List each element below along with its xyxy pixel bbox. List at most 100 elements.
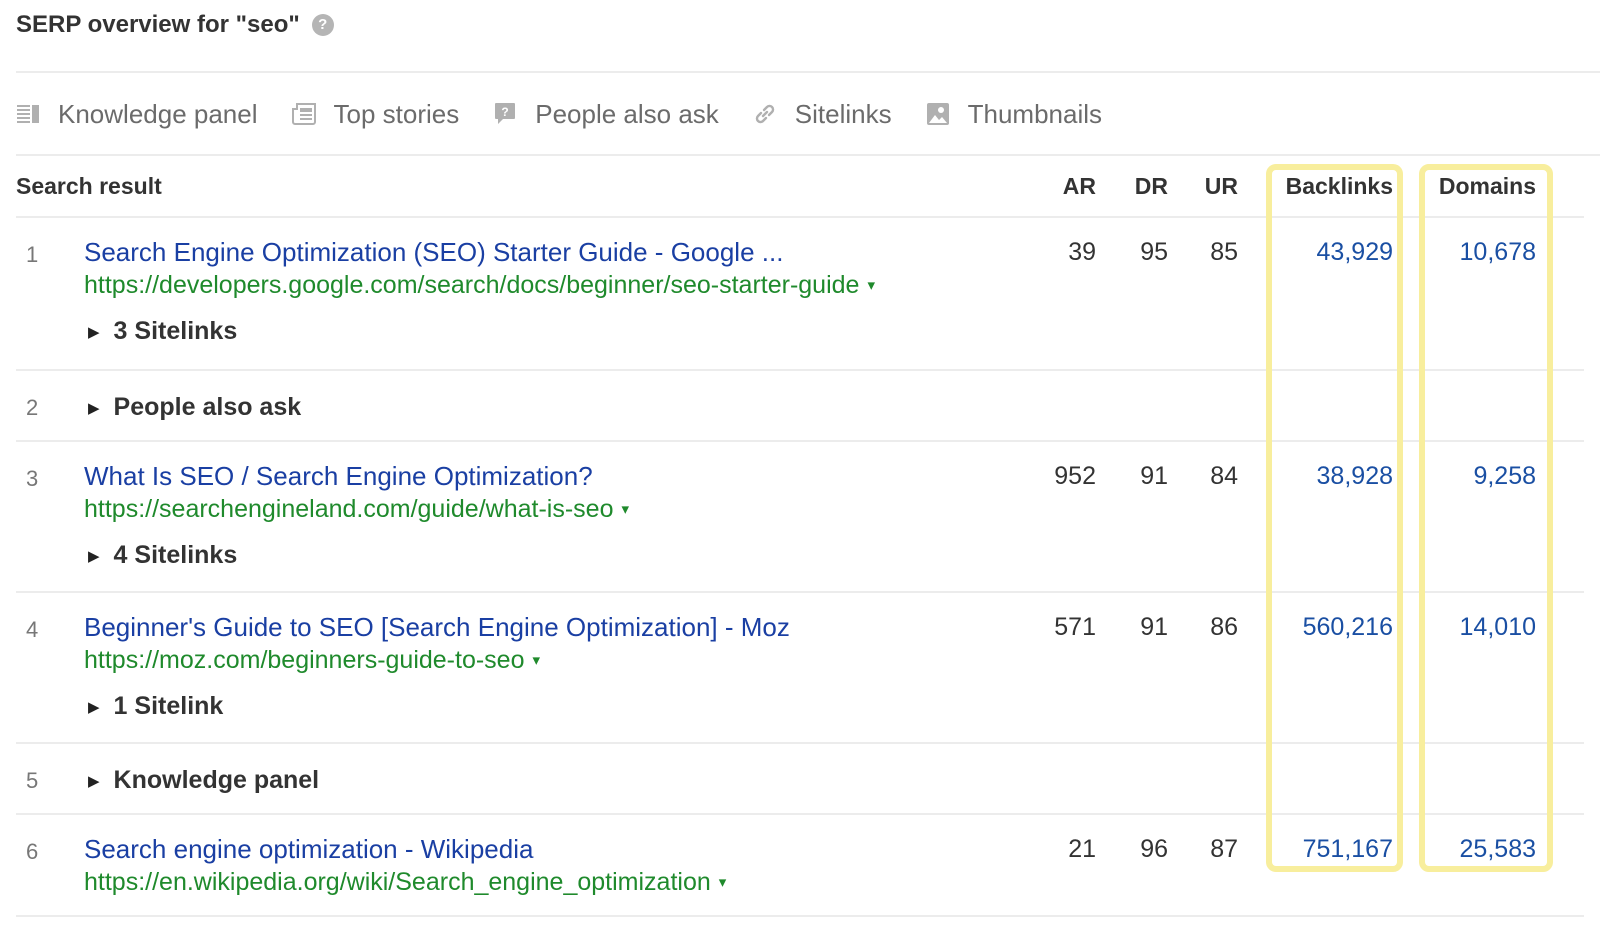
table-row: 4 Beginner's Guide to SEO [Search Engine… [16,592,1584,744]
expand-triangle-icon: ▶ [88,323,100,341]
divider [16,154,1600,156]
backlinks-value [1238,743,1393,815]
expander-label: 3 Sitelinks [113,317,238,346]
sitelinks-expander[interactable]: ▶ 3 Sitelinks [84,317,1016,346]
row-spacer [1536,814,1584,917]
result-url-link[interactable]: https://en.wikipedia.org/wiki/Search_eng… [84,865,1016,900]
dr-value: 91 [1096,441,1168,593]
column-spacer [1536,157,1584,218]
result-title-link[interactable]: Search engine optimization - Wikipedia [84,833,1016,865]
image-icon [926,102,950,126]
domains-value-link[interactable]: 14,010 [1393,592,1536,744]
result-title-link[interactable]: Beginner's Guide to SEO [Search Engine O… [84,611,1016,643]
ar-value [1016,743,1096,815]
result-position: 2 [16,370,84,442]
expander-label: 1 Sitelink [113,692,224,721]
expand-triangle-icon: ▶ [88,698,100,716]
sitelinks-expander[interactable]: ▶ 1 Sitelink [84,692,1016,721]
svg-text:?: ? [502,105,509,119]
table-row: 6 Search engine optimization - Wikipedia… [16,814,1584,917]
dr-value: 96 [1096,814,1168,917]
page-title: SERP overview for "seo" [16,11,300,38]
ur-value: 85 [1168,217,1238,371]
divider [16,71,1600,73]
ar-value: 39 [1016,217,1096,371]
serp-feature-people-also-ask[interactable]: ? People also ask [493,99,719,130]
question-circle-icon[interactable]: ? [311,14,334,36]
link-icon [753,102,777,126]
dr-value [1096,370,1168,442]
serp-table: Search result AR DR UR Backlinks Domains… [16,157,1584,917]
ar-value: 21 [1016,814,1096,917]
caret-down-icon[interactable]: ▾ [533,652,541,669]
result-url-link[interactable]: https://moz.com/beginners-guide-to-seo ▾ [84,643,1016,678]
expander-label: Knowledge panel [113,766,320,794]
backlinks-value-link[interactable]: 751,167 [1238,814,1393,917]
result-position: 1 [16,217,84,371]
row-spacer [1536,217,1584,371]
column-header-search-result[interactable]: Search result [16,157,1016,218]
serp-features-bar: Knowledge panel Top stories ? People als… [16,94,1136,134]
table-header-row: Search result AR DR UR Backlinks Domains [16,157,1584,218]
table-row: 3 What Is SEO / Search Engine Optimizati… [16,441,1584,593]
domains-value-link[interactable]: 9,258 [1393,441,1536,593]
expander-label: People also ask [113,393,302,421]
result-position: 5 [16,743,84,815]
row-spacer [1536,441,1584,593]
result-cell: ▶ People also ask [84,370,1016,442]
result-position: 4 [16,592,84,744]
domains-value-link[interactable]: 10,678 [1393,217,1536,371]
result-url-text: https://searchengineland.com/guide/what-… [84,495,614,523]
serp-feature-knowledge-panel[interactable]: Knowledge panel [16,99,258,130]
result-position: 3 [16,441,84,593]
serp-feature-sitelinks[interactable]: Sitelinks [753,99,892,130]
people-also-ask-expander[interactable]: ▶ People also ask [84,393,1016,422]
serp-feature-thumbnails[interactable]: Thumbnails [926,99,1102,130]
result-cell: Beginner's Guide to SEO [Search Engine O… [84,592,1016,744]
dr-value: 91 [1096,592,1168,744]
column-header-ar[interactable]: AR [1016,157,1096,218]
column-header-backlinks[interactable]: Backlinks [1238,157,1393,218]
ur-value [1168,370,1238,442]
result-url-text: https://developers.google.com/search/doc… [84,271,860,299]
result-title-link[interactable]: What Is SEO / Search Engine Optimization… [84,460,1016,492]
table-row: 2 ▶ People also ask [16,370,1584,442]
backlinks-value-link[interactable]: 38,928 [1238,441,1393,593]
column-header-domains[interactable]: Domains [1393,157,1536,218]
knowledge-panel-icon [16,102,40,126]
column-header-dr[interactable]: DR [1096,157,1168,218]
caret-down-icon[interactable]: ▾ [719,874,727,891]
domains-value [1393,370,1536,442]
sitelinks-expander[interactable]: ▶ 4 Sitelinks [84,541,1016,570]
row-spacer [1536,743,1584,815]
table-row: 5 ▶ Knowledge panel [16,743,1584,815]
column-header-ur[interactable]: UR [1168,157,1238,218]
serp-feature-label: People also ask [535,98,719,129]
knowledge-panel-expander[interactable]: ▶ Knowledge panel [84,766,1016,795]
serp-feature-top-stories[interactable]: Top stories [291,98,460,130]
backlinks-value-link[interactable]: 43,929 [1238,217,1393,371]
result-cell: Search engine optimization - Wikipedia h… [84,814,1016,917]
ur-value: 86 [1168,592,1238,744]
result-title-link[interactable]: Search Engine Optimization (SEO) Starter… [84,236,1016,268]
row-spacer [1536,370,1584,442]
caret-down-icon[interactable]: ▾ [867,277,875,294]
serp-feature-label: Thumbnails [967,98,1103,129]
caret-down-icon[interactable]: ▾ [621,501,629,518]
backlinks-value [1238,370,1393,442]
backlinks-value-link[interactable]: 560,216 [1238,592,1393,744]
row-spacer [1536,592,1584,744]
result-url-text: https://moz.com/beginners-guide-to-seo [84,646,525,674]
ar-value [1016,370,1096,442]
result-url-link[interactable]: https://searchengineland.com/guide/what-… [84,492,1016,527]
ur-value: 84 [1168,441,1238,593]
expand-triangle-icon: ▶ [88,399,100,417]
domains-value [1393,743,1536,815]
ar-value: 952 [1016,441,1096,593]
serp-feature-label: Knowledge panel [58,98,258,129]
serp-feature-label: Top stories [333,98,460,129]
domains-value-link[interactable]: 25,583 [1393,814,1536,917]
result-url-link[interactable]: https://developers.google.com/search/doc… [84,268,1016,303]
top-stories-icon [291,102,316,126]
table-row: 1 Search Engine Optimization (SEO) Start… [16,217,1584,371]
